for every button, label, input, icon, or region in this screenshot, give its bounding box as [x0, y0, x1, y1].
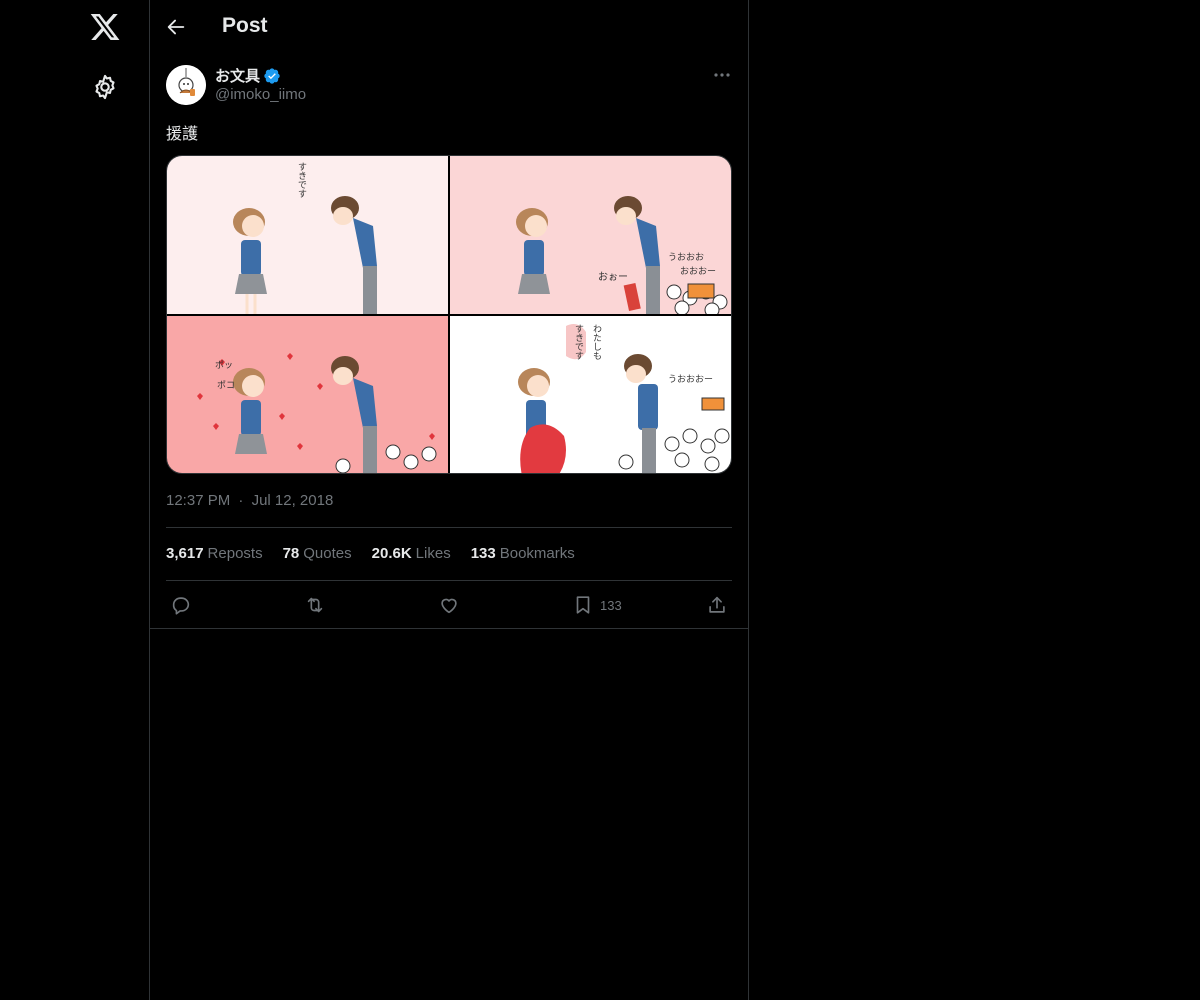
post-stats: 3,617 Reposts 78 Quotes 20.6K Likes 133 Book…: [166, 545, 575, 562]
comic-panel-3[interactable]: ポッ ポコ: [167, 316, 448, 473]
p4-caption-c: うおおおー: [668, 374, 713, 385]
bookmark-icon: [576, 596, 590, 614]
more-options-icon[interactable]: [712, 68, 732, 82]
timestamp-separator: ·: [238, 492, 244, 509]
post-column: Post お文具 @imoko_iimo 援護 すきです おぉー うおおお おお…: [149, 0, 749, 1000]
comic-panel-1-art: すきです: [233, 162, 377, 314]
divider-bottom: [166, 580, 732, 581]
p4-caption-b: すきです: [573, 324, 584, 360]
author-display-name[interactable]: お文具: [215, 65, 260, 86]
comic-panel-2-art: おぉー うおおお おおおー: [516, 196, 728, 314]
share-button[interactable]: [706, 592, 728, 618]
p2-caption-a: おぉー: [598, 271, 628, 283]
p3-caption-a: ポッ: [215, 360, 233, 371]
boy-figure: [331, 196, 377, 314]
p2-caption-c: おおおー: [680, 266, 716, 277]
post-media[interactable]: すきです おぉー うおおお おおおー ポッ ポコ わたしも すきです うおおおー: [166, 155, 732, 474]
bookmark-count: 133: [600, 597, 622, 613]
post-text: 援護: [166, 126, 199, 143]
x-logo-icon[interactable]: [89, 11, 121, 43]
reply-button[interactable]: [170, 592, 192, 618]
p3-caption-b: ポコ: [217, 380, 235, 391]
reply-icon: [172, 597, 190, 615]
gear-icon[interactable]: [91, 73, 119, 101]
repost-button[interactable]: [304, 592, 326, 618]
bookmark-button[interactable]: 133: [572, 592, 622, 618]
comic-panel-3-art: ポッ ポコ: [197, 353, 437, 473]
post-date[interactable]: Jul 12, 2018: [252, 492, 334, 509]
author-name-row[interactable]: お文具: [215, 65, 281, 86]
arrow-left-icon[interactable]: [165, 16, 187, 38]
repost-icon: [307, 597, 323, 613]
share-icon: [709, 596, 725, 613]
post-timestamp[interactable]: 12:37 PM · Jul 12, 2018: [166, 492, 333, 509]
post-actions: 133: [166, 592, 732, 618]
comic-panel-4-art: わたしも すきです うおおおー: [518, 324, 730, 473]
stat-quotes[interactable]: 78 Quotes: [283, 545, 352, 562]
comic-panel-4[interactable]: わたしも すきです うおおおー: [450, 316, 731, 473]
verified-badge-icon: [264, 67, 280, 84]
avatar[interactable]: [166, 65, 206, 105]
page: Post お文具 @imoko_iimo 援護 すきです おぉー うおおお おお…: [0, 0, 1200, 1000]
top-bar: Post: [150, 0, 748, 54]
stat-bookmarks[interactable]: 133 Bookmarks: [471, 545, 575, 562]
stat-reposts[interactable]: 3,617 Reposts: [166, 545, 263, 562]
author-handle[interactable]: @imoko_iimo: [215, 86, 306, 103]
post-author: お文具 @imoko_iimo: [166, 64, 734, 106]
post-bottom-border: [150, 628, 748, 629]
post-time[interactable]: 12:37 PM: [166, 492, 230, 509]
p2-caption-b: うおおお: [668, 252, 704, 263]
like-button[interactable]: [438, 592, 460, 618]
girl-figure: [233, 208, 267, 314]
comic-panel-2[interactable]: おぉー うおおお おおおー: [450, 156, 731, 314]
stat-likes[interactable]: 20.6K Likes: [372, 545, 451, 562]
page-title: Post: [222, 14, 268, 37]
p1-caption: すきです: [296, 162, 307, 198]
comic-panel-1[interactable]: すきです: [167, 156, 448, 314]
divider-top: [166, 527, 732, 528]
heart-icon: [441, 598, 457, 614]
left-nav-rail: [0, 0, 150, 1000]
p4-caption-a: わたしも: [591, 324, 602, 360]
